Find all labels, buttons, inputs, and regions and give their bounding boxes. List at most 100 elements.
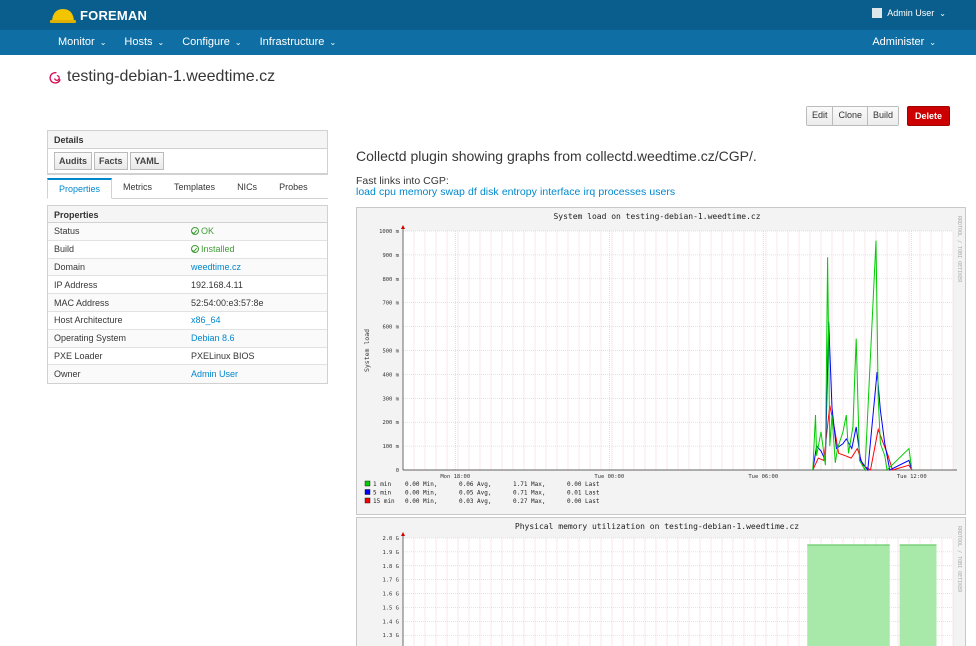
delete-button[interactable]: Delete <box>906 106 950 126</box>
nav-monitor[interactable]: Monitor ⌄ <box>58 36 106 48</box>
arch-key: Host Architecture <box>54 315 123 326</box>
details-buttons: Audits Facts YAML <box>48 149 327 174</box>
y-tick-label: 1.5 G <box>382 605 399 611</box>
nav-hosts[interactable]: Hosts ⌄ <box>124 36 164 48</box>
fast-link-interface[interactable]: interface <box>540 186 580 198</box>
legend-series-name: 1 min <box>373 481 391 488</box>
build-key: Build <box>54 244 75 255</box>
tab-metrics[interactable]: Metrics <box>112 178 163 199</box>
chevron-down-icon: ⌄ <box>234 37 242 47</box>
yaml-button[interactable]: YAML <box>129 152 165 170</box>
table-row: Operating System Debian 8.6 <box>48 329 327 348</box>
details-tabs: Properties Metrics Templates NICs Probes <box>47 178 328 199</box>
chevron-down-icon: ⌄ <box>329 37 337 47</box>
mac-key: MAC Address <box>54 297 110 308</box>
table-row: IP Address 192.168.4.11 <box>48 276 327 295</box>
legend-min: 0.00 Min, <box>405 490 438 497</box>
load-graph[interactable]: System load on testing-debian-1.weedtime… <box>356 207 966 515</box>
fast-link-memory[interactable]: memory <box>399 186 437 198</box>
y-tick-label: 100 m <box>382 444 399 450</box>
ok-circle-icon <box>191 227 199 236</box>
nav-administer[interactable]: Administer ⌄ <box>872 31 936 53</box>
audits-button[interactable]: Audits <box>54 152 92 170</box>
tab-properties[interactable]: Properties <box>47 178 113 199</box>
y-tick-label: 500 m <box>382 349 399 355</box>
domain-link[interactable]: weedtime.cz <box>191 262 241 272</box>
fast-link-cpu[interactable]: cpu <box>379 186 396 198</box>
build-button[interactable]: Build <box>867 107 898 125</box>
y-tick-label: 800 m <box>382 277 399 283</box>
pxe-value: PXELinux BIOS <box>191 350 255 361</box>
fast-links: load cpu memory swap df disk entropy int… <box>356 186 678 198</box>
memory-area <box>807 544 890 646</box>
page-title: testing-debian-1.weedtime.cz <box>48 68 275 86</box>
edit-button[interactable]: Edit <box>806 107 834 125</box>
x-tick-label: Tue 00:00 <box>594 474 624 480</box>
y-tick-label: 1.4 G <box>382 619 399 625</box>
top-navbar: FOREMAN Admin User ⌄ Monitor ⌄ Hosts ⌄ Con… <box>0 0 976 55</box>
y-tick-label: 300 m <box>382 396 399 402</box>
y-tick-label: 700 m <box>382 301 399 307</box>
nav-infrastructure[interactable]: Infrastructure ⌄ <box>260 36 337 48</box>
legend-min: 0.00 Min, <box>405 498 438 505</box>
status-value: OK <box>191 226 214 236</box>
fast-link-disk[interactable]: disk <box>480 186 499 198</box>
y-axis-arrow <box>401 225 405 229</box>
ip-value: 192.168.4.11 <box>191 279 243 290</box>
y-tick-label: 400 m <box>382 372 399 378</box>
tab-probes[interactable]: Probes <box>268 178 319 199</box>
facts-button[interactable]: Facts <box>94 152 128 170</box>
brand[interactable]: FOREMAN <box>50 2 147 28</box>
fast-link-swap[interactable]: swap <box>440 186 465 198</box>
legend-max: 0.27 Max, <box>513 498 546 505</box>
details-header: Details <box>48 131 327 149</box>
chevron-down-icon: ⌄ <box>157 37 165 47</box>
os-link[interactable]: Debian 8.6 <box>191 333 235 343</box>
collectd-intro: Collectd plugin showing graphs from coll… <box>356 148 757 164</box>
y-tick-label: 1.3 G <box>382 633 399 639</box>
pxe-key: PXE Loader <box>54 350 103 361</box>
legend-max: 1.71 Max, <box>513 481 546 488</box>
tab-nics[interactable]: NICs <box>226 178 268 199</box>
legend-last: 0.01 Last <box>567 490 600 497</box>
memory-graph[interactable]: Physical memory utilization on testing-d… <box>356 517 966 646</box>
y-tick-label: 1.6 G <box>382 592 399 598</box>
os-key: Operating System <box>54 333 127 344</box>
owner-key: Owner <box>54 369 81 380</box>
chevron-down-icon: ⌄ <box>99 37 107 47</box>
user-avatar-icon <box>872 8 883 18</box>
y-tick-label: 900 m <box>382 253 399 259</box>
mac-value: 52:54:00:e3:57:8e <box>191 297 264 308</box>
user-menu[interactable]: Admin User ⌄ <box>872 8 946 18</box>
legend-swatch <box>364 489 371 495</box>
y-axis-label: System load <box>363 329 371 372</box>
host-name: testing-debian-1.weedtime.cz <box>67 68 276 85</box>
legend-min: 0.00 Min, <box>405 481 438 488</box>
brand-name: FOREMAN <box>80 7 148 23</box>
fast-link-entropy[interactable]: entropy <box>502 186 537 198</box>
fast-link-irq[interactable]: irq <box>584 186 596 198</box>
y-tick-label: 600 m <box>382 325 399 331</box>
legend-avg: 0.06 Avg, <box>459 481 492 488</box>
fast-link-processes[interactable]: processes <box>598 186 646 198</box>
table-row: PXE Loader PXELinux BIOS <box>48 348 327 366</box>
tab-templates[interactable]: Templates <box>163 178 226 199</box>
nav-monitor-label: Monitor <box>58 36 95 48</box>
x-tick-label: Tue 12:00 <box>897 474 927 480</box>
chevron-down-icon: ⌄ <box>929 37 936 47</box>
memory-chart-svg: 1.2 G1.3 G1.4 G1.5 G1.6 G1.7 G1.8 G1.9 G… <box>382 532 954 646</box>
table-row: Status OK <box>48 223 327 241</box>
fast-link-load[interactable]: load <box>356 186 376 198</box>
arch-link[interactable]: x86_64 <box>191 315 221 325</box>
table-row: Build Installed <box>48 241 327 259</box>
fast-link-users[interactable]: users <box>649 186 675 198</box>
nav-hosts-label: Hosts <box>124 36 153 48</box>
nav-configure[interactable]: Configure ⌄ <box>182 36 241 48</box>
owner-link[interactable]: Admin User <box>191 369 238 379</box>
table-row: MAC Address 52:54:00:e3:57:8e <box>48 294 327 312</box>
clone-button[interactable]: Clone <box>833 107 868 125</box>
y-tick-label: 1000 m <box>379 229 400 235</box>
y-axis-arrow <box>401 532 405 536</box>
properties-header: Properties <box>48 206 327 223</box>
fast-link-df[interactable]: df <box>468 186 477 198</box>
